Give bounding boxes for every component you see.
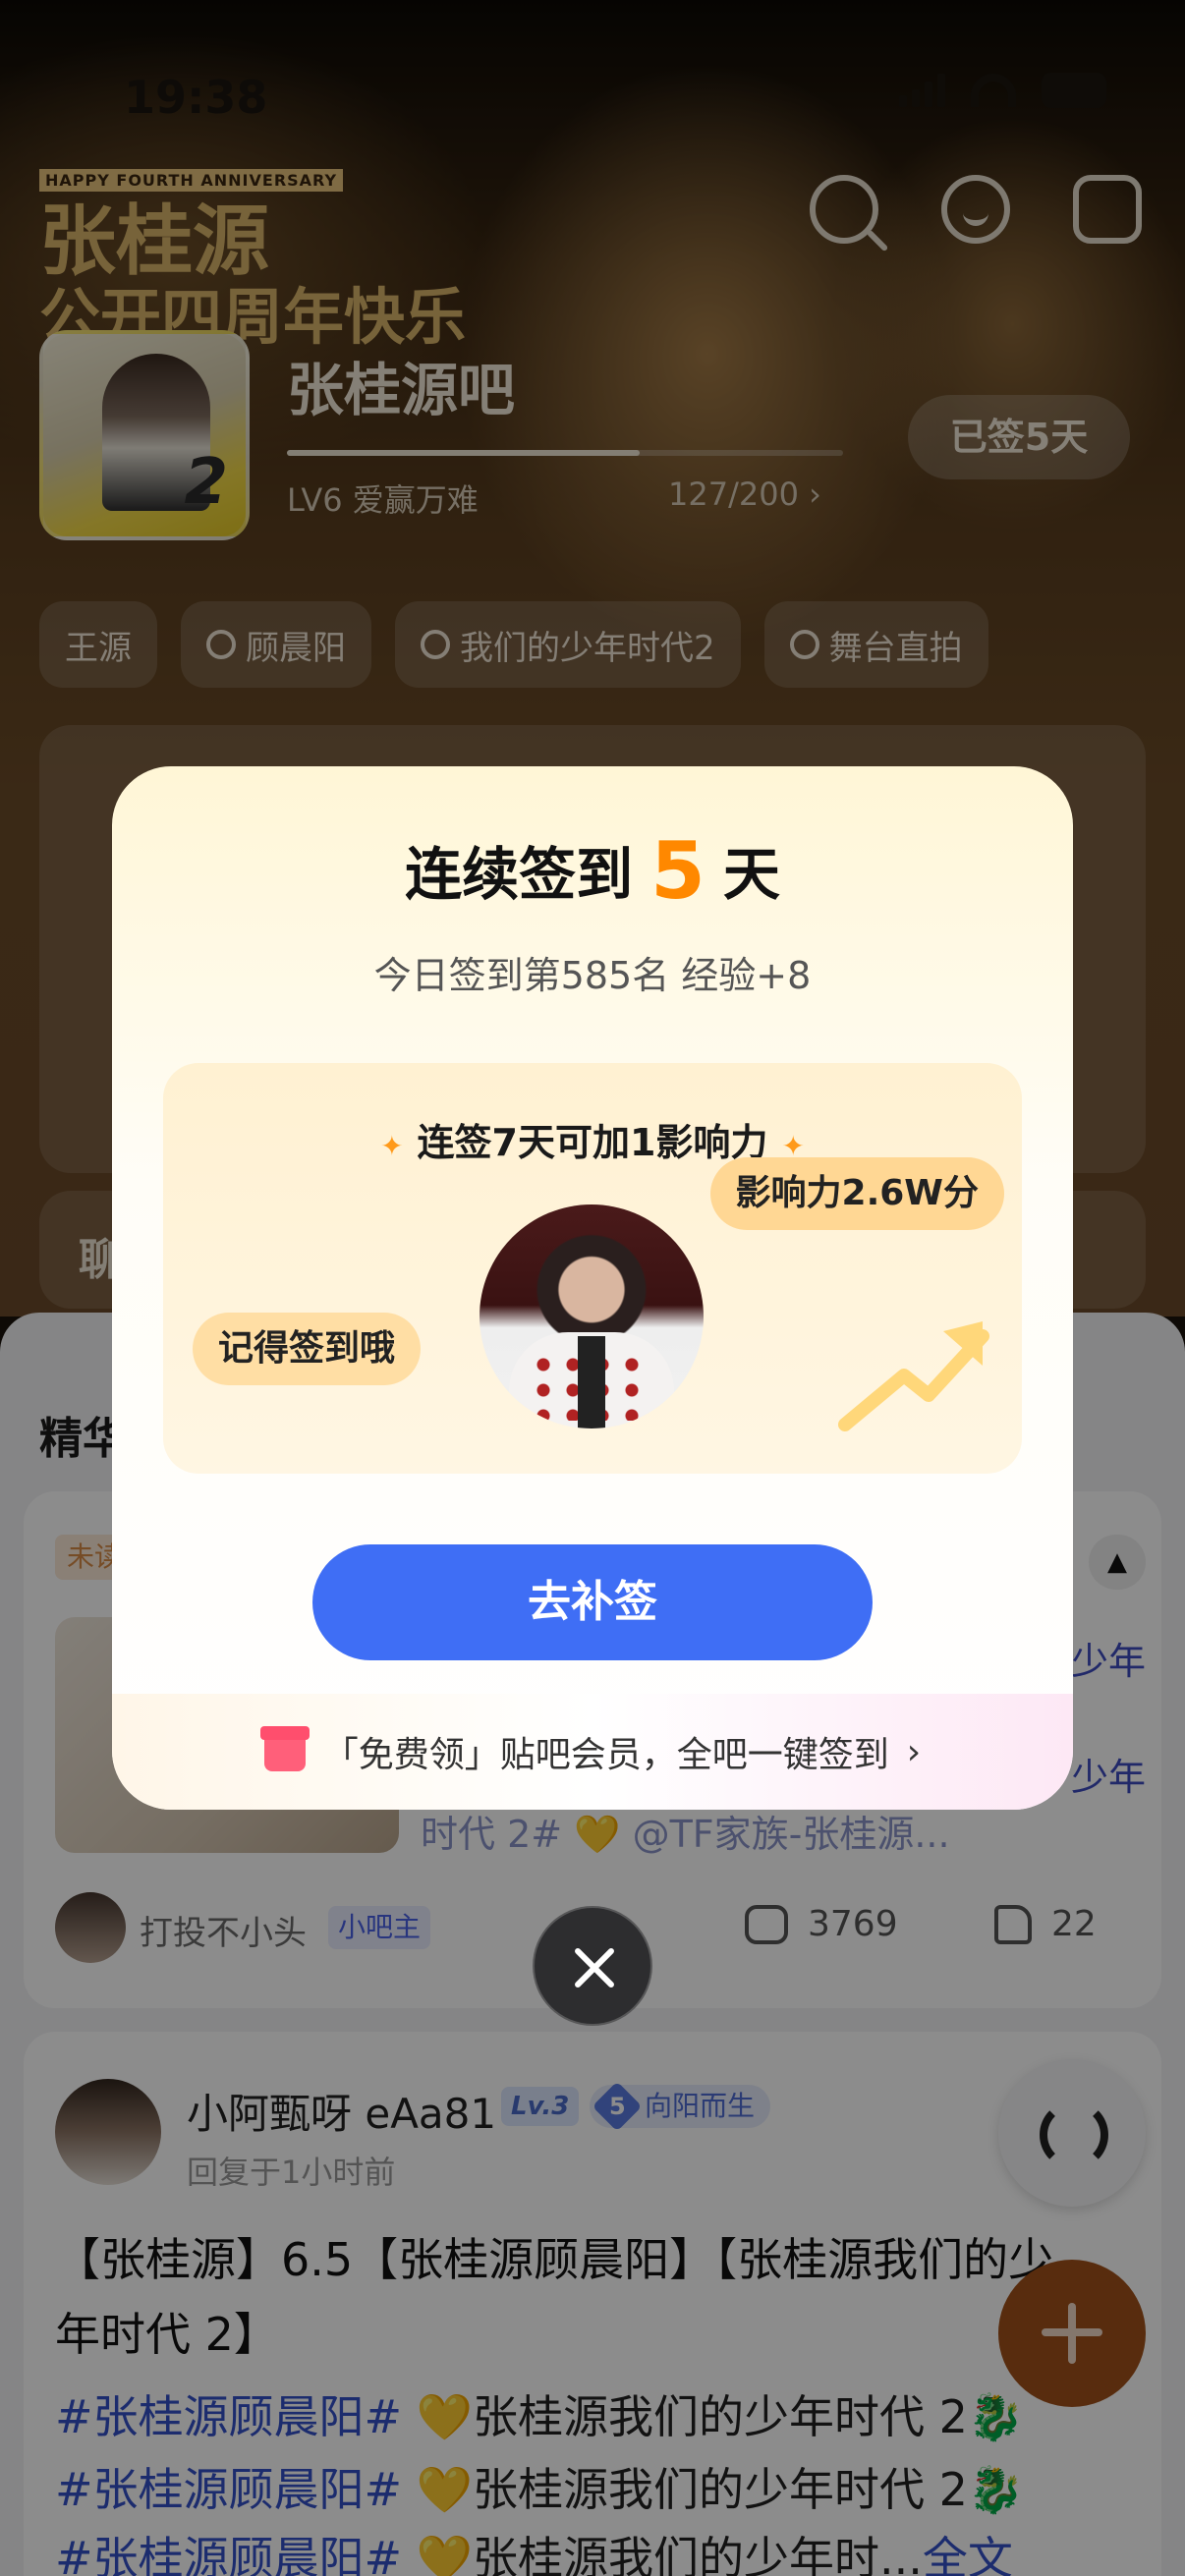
dialog-title: 连续签到 5 天 — [112, 825, 1073, 917]
vip-promo-link[interactable]: 「免费领」贴吧会员，全吧一键签到 › — [112, 1694, 1073, 1810]
sign-in-dialog: 连续签到 5 天 今日签到第585名 经验+8 ✦ 连签7天可加1影响力 ✦ 记得签到哦… — [112, 766, 1073, 1810]
trend-up-icon — [838, 1321, 989, 1431]
dialog-title-suffix: 天 — [722, 841, 780, 908]
sparkle-icon: ✦ — [380, 1130, 404, 1162]
vip-promo-text: 「免费领」贴吧会员，全吧一键签到 — [322, 1735, 889, 1775]
celebrity-photo — [480, 1204, 704, 1428]
makeup-sign-in-button[interactable]: 去补签 — [312, 1544, 873, 1660]
streak-days: 5 — [650, 825, 705, 917]
reminder-bubble: 记得签到哦 — [193, 1313, 422, 1385]
chevron-right-icon: › — [906, 1731, 922, 1772]
dialog-title-prefix: 连续签到 — [405, 841, 634, 908]
reward-title-text: 连签7天可加1影响力 — [417, 1121, 768, 1164]
dialog-subtitle: 今日签到第585名 经验+8 — [373, 954, 812, 997]
reward-box: ✦ 连签7天可加1影响力 ✦ 记得签到哦 影响力2.6W分 — [163, 1063, 1022, 1474]
gift-icon — [259, 1726, 310, 1771]
influence-bubble: 影响力2.6W分 — [709, 1157, 1004, 1230]
close-dialog-button[interactable] — [533, 1906, 652, 2026]
